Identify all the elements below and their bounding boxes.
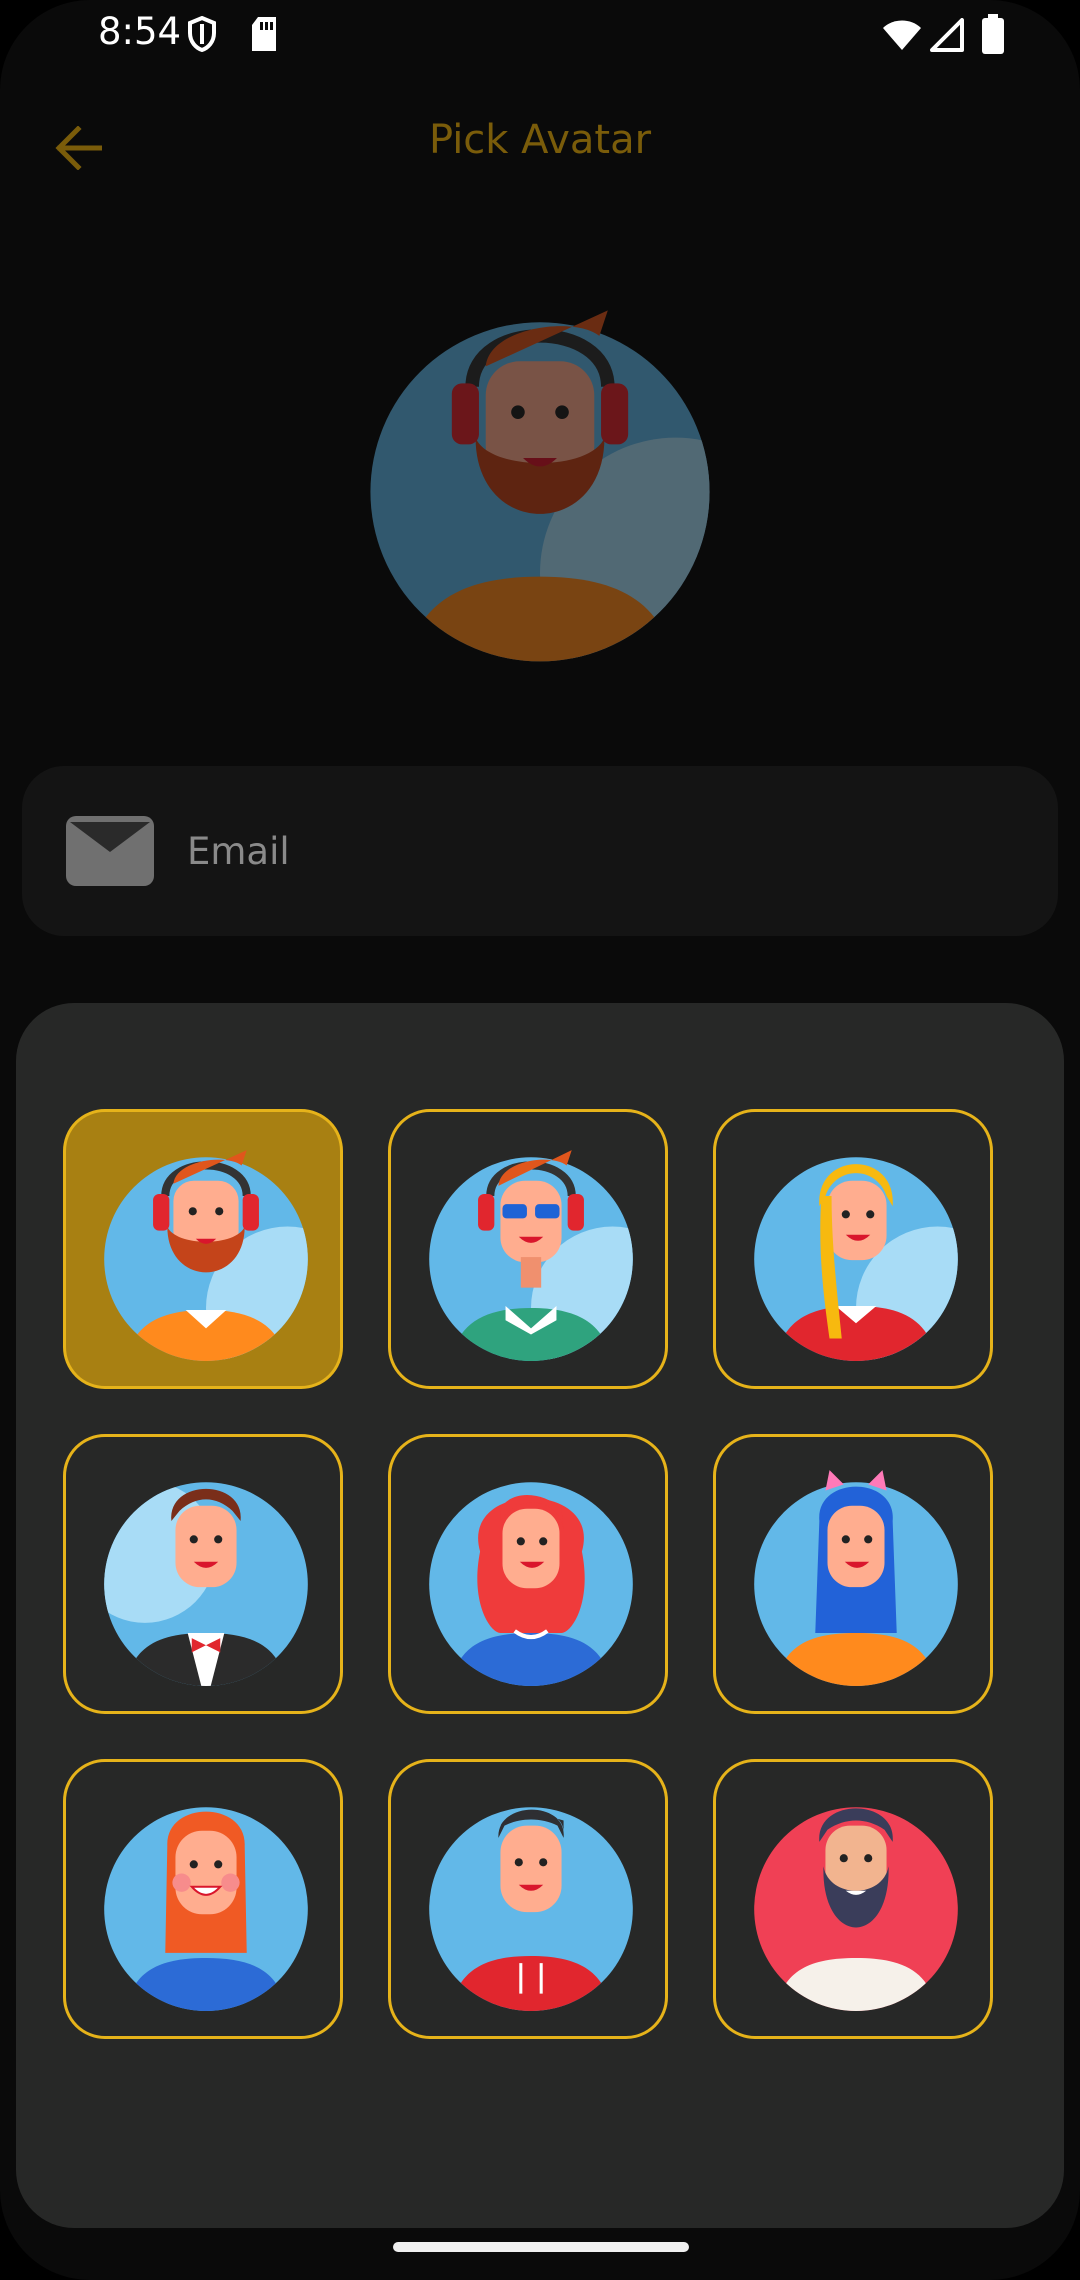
page-title: Pick Avatar [428, 117, 652, 163]
avatar-sheet [16, 1003, 1064, 2228]
avatar-option-red-hair-woman-earphones[interactable] [388, 1434, 668, 1714]
avatar-option-blue-hair-girl-cat-ears[interactable] [713, 1434, 993, 1714]
avatar-option-man-red-hoodie[interactable] [388, 1759, 668, 2039]
mail-icon [66, 816, 154, 886]
selected-avatar-preview [370, 310, 710, 662]
avatar-image [429, 1482, 633, 1686]
screen: 8:54 Pick Avatar [0, 0, 1080, 2280]
avatar-option-man-sunglasses-headphones[interactable] [388, 1109, 668, 1389]
avatar-image [429, 1150, 633, 1361]
avatar-image [104, 1482, 308, 1686]
email-field[interactable] [22, 766, 1058, 936]
cell-signal-icon [930, 18, 964, 52]
avatar-image [754, 1807, 958, 2011]
status-time: 8:54 [98, 10, 182, 53]
avatar-option-man-bowtie-tuxedo[interactable] [63, 1434, 343, 1714]
avatar-option-bearded-man-headphones[interactable] [63, 1109, 343, 1389]
avatar-image [754, 1470, 958, 1686]
battery-icon [982, 14, 1004, 54]
app-bar: Pick Avatar [0, 95, 1080, 190]
email-input[interactable] [187, 811, 1007, 891]
sd-card-icon [252, 17, 276, 51]
avatar-image [754, 1157, 958, 1361]
shield-icon [188, 16, 216, 52]
status-bar: 8:54 [0, 0, 1080, 70]
avatar-image [104, 1807, 308, 2011]
avatar-image [429, 1807, 633, 2011]
avatar-image [104, 1150, 308, 1361]
avatar-option-blonde-woman-hoodie[interactable] [713, 1109, 993, 1389]
wifi-icon [883, 20, 921, 50]
avatar-option-bearded-man-red-background[interactable] [713, 1759, 993, 2039]
home-indicator[interactable] [393, 2242, 689, 2252]
avatar-option-redhead-woman[interactable] [63, 1759, 343, 2039]
